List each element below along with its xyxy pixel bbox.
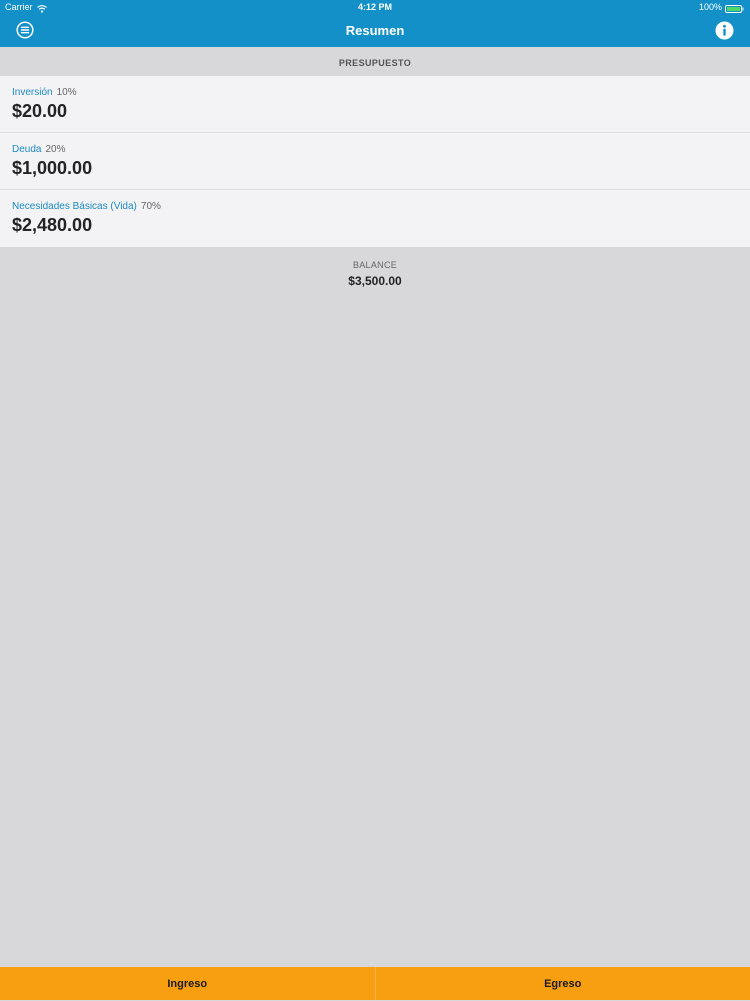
budget-item-percent: 70% xyxy=(141,201,161,212)
budget-item-name: Deuda xyxy=(12,144,41,155)
budget-item-label: Inversión 10% xyxy=(12,87,77,98)
expense-button[interactable]: Egreso xyxy=(376,967,750,1000)
budget-item-deuda[interactable]: Deuda 20% $1,000.00 xyxy=(0,133,750,190)
budget-item-amount: $1,000.00 xyxy=(12,158,92,179)
budget-section-header: PRESUPUESTO xyxy=(0,47,750,76)
battery-icon xyxy=(725,3,745,11)
balance-label: BALANCE xyxy=(0,260,750,270)
info-button[interactable] xyxy=(715,21,734,40)
budget-item-name: Inversión xyxy=(12,87,53,98)
nav-title: Resumen xyxy=(0,14,750,47)
budget-item-inversion[interactable]: Inversión 10% $20.00 xyxy=(0,76,750,133)
navigation-bar: Resumen xyxy=(0,14,750,47)
budget-item-necesidades[interactable]: Necesidades Básicas (Vida) 70% $2,480.00 xyxy=(0,190,750,247)
budget-item-amount: $2,480.00 xyxy=(12,215,92,236)
budget-item-percent: 20% xyxy=(45,144,65,155)
info-icon xyxy=(715,27,734,44)
budget-item-name: Necesidades Básicas (Vida) xyxy=(12,201,137,212)
balance-value: $3,500.00 xyxy=(0,274,750,288)
budget-item-amount: $20.00 xyxy=(12,101,67,122)
top-bar: Carrier 4:12 PM 100% xyxy=(0,0,750,47)
battery-percent: 100% xyxy=(699,0,722,14)
budget-item-percent: 10% xyxy=(57,87,77,98)
budget-list: Inversión 10% $20.00 Deuda 20% $1,000.00 N… xyxy=(0,76,750,247)
battery-info: 100% xyxy=(699,0,745,14)
status-time: 4:12 PM xyxy=(0,0,750,14)
budget-item-label: Necesidades Básicas (Vida) 70% xyxy=(12,201,161,212)
bottom-action-bar: Ingreso Egreso xyxy=(0,967,750,1000)
income-button[interactable]: Ingreso xyxy=(0,967,375,1000)
budget-item-label: Deuda 20% xyxy=(12,144,65,155)
status-bar: Carrier 4:12 PM 100% xyxy=(0,0,750,14)
